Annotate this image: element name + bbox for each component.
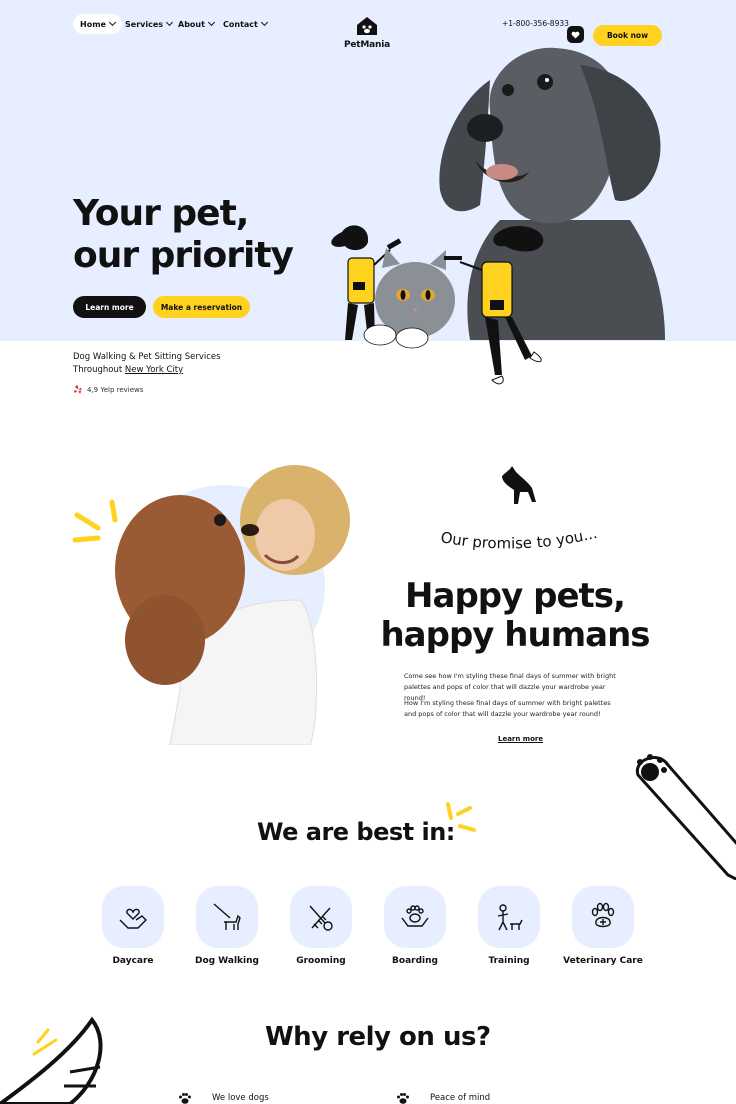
service-tile (290, 886, 352, 948)
promise-kicker-text: Our promise to you... (439, 524, 599, 553)
paw-icon (179, 1093, 191, 1104)
heart-icon (571, 31, 580, 39)
hero-sub-line1: Dog Walking & Pet Sitting Services (73, 352, 221, 362)
yelp-rating[interactable]: 4,9 Yelp reviews (73, 385, 143, 395)
svg-text:Our promise to you...: Our promise to you... (439, 524, 599, 553)
service-tile (102, 886, 164, 948)
promise-kicker: Our promise to you... (439, 524, 599, 553)
promise-learn-more-link[interactable]: Learn more (498, 735, 543, 743)
why-item-peace-of-mind: Peace of mind (396, 1092, 490, 1104)
service-dog-walking[interactable]: Dog Walking (182, 886, 272, 966)
paw-icon (397, 1093, 409, 1104)
hero-sub-prefix: Throughout (73, 365, 125, 375)
why-item-love-dogs: We love dogs (178, 1092, 269, 1104)
paw-cross-icon (591, 902, 615, 928)
yelp-rating-text: 4,9 Yelp reviews (87, 386, 144, 394)
logo-text: PetMania (344, 40, 390, 50)
hero-subtitle: Dog Walking & Pet Sitting Services Throu… (73, 351, 221, 377)
main-nav: Home Services About Contact PetMania +1-… (0, 12, 736, 50)
service-training[interactable]: Training (464, 886, 554, 966)
promise-title-line2: happy humans (380, 615, 650, 655)
chevron-down-icon (260, 18, 268, 27)
service-grooming[interactable]: Grooming (276, 886, 366, 966)
service-veterinary-care[interactable]: Veterinary Care (558, 886, 648, 966)
why-item-label: We love dogs (212, 1093, 269, 1103)
nav-services-label: Services (125, 19, 164, 29)
groomers-cat-illustration (331, 225, 544, 385)
nav-home[interactable]: Home (73, 14, 122, 34)
hands-heart-icon (119, 908, 147, 929)
dog-leash-icon (213, 903, 241, 930)
service-boarding[interactable]: Boarding (370, 886, 460, 966)
service-label: Veterinary Care (563, 956, 643, 966)
logo[interactable]: PetMania (340, 16, 394, 50)
service-tile (572, 886, 634, 948)
nav-contact-label: Contact (223, 19, 258, 29)
chevron-down-icon (207, 18, 215, 27)
nav-home-label: Home (80, 19, 106, 29)
why-title: Why rely on us? (265, 1022, 491, 1052)
make-reservation-button[interactable]: Make a reservation (153, 296, 250, 318)
yellow-rays-decoration (446, 802, 476, 832)
service-label: Dog Walking (195, 956, 259, 966)
services-title: We are best in: (257, 818, 455, 846)
promise-title: Happy pets, happy humans (375, 577, 655, 655)
service-tile (478, 886, 540, 948)
woman-with-dog-photo (72, 465, 350, 745)
learn-more-button[interactable]: Learn more (73, 296, 146, 318)
running-dog-icon (502, 466, 536, 504)
paw-arm-illustration (635, 754, 736, 880)
service-label: Daycare (112, 956, 154, 966)
promise-paragraph-2: How I'm styling these final days of summ… (404, 699, 611, 718)
service-label: Boarding (392, 956, 438, 966)
service-label: Training (488, 956, 530, 966)
hero-title-line1: Your pet, (73, 193, 249, 234)
service-daycare[interactable]: Daycare (88, 886, 178, 966)
hero-title-line2: our priority (73, 235, 294, 276)
nav-about[interactable]: About (171, 14, 221, 34)
service-tile (384, 886, 446, 948)
service-label: Grooming (296, 956, 346, 966)
hero-title: Your pet, our priority (73, 193, 294, 277)
phone-number[interactable]: +1-800-356-8933 (502, 19, 569, 28)
nav-about-label: About (178, 19, 205, 29)
chevron-down-icon (108, 18, 116, 27)
nav-services[interactable]: Services (118, 14, 179, 34)
house-paw-icon (357, 17, 377, 35)
service-tile (196, 886, 258, 948)
why-item-label: Peace of mind (430, 1093, 491, 1103)
yelp-icon (73, 385, 82, 395)
paw-hands-icon (401, 905, 429, 927)
promise-title-line1: Happy pets, (405, 576, 626, 616)
nav-contact[interactable]: Contact (216, 14, 274, 34)
scissors-comb-icon (309, 905, 333, 931)
wing-illustration (0, 1016, 103, 1104)
person-dog-icon (497, 904, 523, 931)
hero-section: Home Services About Contact PetMania +1-… (0, 0, 736, 385)
new-york-city-link[interactable]: New York City (125, 365, 183, 375)
